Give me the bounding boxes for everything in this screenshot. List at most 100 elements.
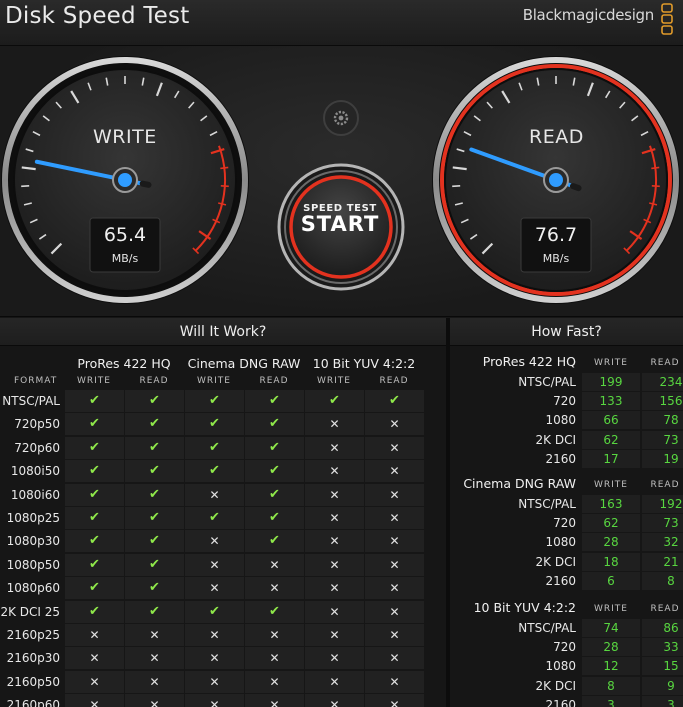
format-label: 720p60 [14,440,60,455]
cross-icon: ✕ [305,506,364,529]
table-row: 1080i50 ✔ ✔ ✔ ✔ ✕ ✕ [0,460,446,483]
write-fps-value: 17 [582,449,640,468]
check-icon: ✔ [245,506,304,529]
table-row: 2K DCI 25 ✔ ✔ ✔ ✔ ✕ ✕ [0,600,446,624]
will-prores-write-header: WRITE [77,376,111,386]
cross-icon: ✕ [65,647,124,670]
resolution-label: 2K DCI [535,554,576,569]
table-row: 2K DCI 62 73 [450,430,683,449]
read-fps-value: 234 [642,373,683,391]
format-column-header: FORMAT [14,376,58,386]
check-icon: ✔ [185,413,244,436]
resolution-label: NTSC/PAL [518,497,576,511]
how-fast-write-header: WRITE [594,480,628,490]
cross-icon: ✕ [245,553,304,576]
format-label: NTSC/PAL [2,394,60,408]
check-icon: ✔ [65,577,124,600]
will-prores-read-header: READ [139,376,169,386]
table-row: 1080 12 15 [450,657,683,676]
check-icon: ✔ [245,530,304,553]
table-row: 2160 3 3 [450,695,683,707]
resolution-label: NTSC/PAL [518,621,576,635]
gauge-panel: WRITE 65.4 MB/s READ 76.7 MB/s SPEED TES… [0,46,683,317]
cross-icon: ✕ [185,647,244,670]
resolution-label: 2K DCI [535,432,576,447]
format-label: 2K DCI 25 [0,604,60,619]
table-row: 720p60 ✔ ✔ ✔ ✔ ✕ ✕ [0,436,446,460]
cross-icon: ✕ [365,530,424,553]
read-fps-value: 86 [642,619,683,637]
check-icon: ✔ [125,460,184,483]
how-fast-group-name: 10 Bit YUV 4:2:2 [473,600,576,615]
resolution-label: 1080 [545,659,576,674]
format-label: 1080p30 [6,534,60,549]
resolution-label: 2160 [545,573,576,588]
check-icon: ✔ [125,413,184,436]
cross-icon: ✕ [365,506,424,529]
how-fast-read-header: READ [650,480,680,490]
resolution-label: 1080 [545,413,576,428]
gauge-hub-center [549,173,563,187]
cross-icon: ✕ [305,694,364,707]
brand-logo-icon [661,3,673,35]
write-gauge [1,56,249,304]
table-row: 720 133 156 [450,392,683,411]
will-yuv-write-header: WRITE [317,376,351,386]
format-label: 720p50 [14,417,60,432]
cross-icon: ✕ [305,413,364,436]
check-icon: ✔ [65,436,124,459]
cross-icon: ✕ [185,670,244,693]
read-fps-value: 73 [642,430,683,449]
read-speed-unit: MB/s [542,252,570,265]
how-fast-group-name: ProRes 422 HQ [482,354,576,369]
format-label: 2160p25 [6,627,60,642]
table-row: 2160 17 19 [450,449,683,468]
check-icon: ✔ [185,436,244,459]
cross-icon: ✕ [365,694,424,707]
title-bar: Disk Speed Test Blackmagicdesign [0,0,683,46]
format-label: 2160p60 [6,698,60,707]
cross-icon: ✕ [305,460,364,483]
check-icon: ✔ [125,577,184,600]
will-dng-read-header: READ [259,376,289,386]
app-title: Disk Speed Test [5,3,190,29]
settings-button[interactable] [323,100,359,136]
check-icon: ✔ [245,460,304,483]
gauge-needle-tail [139,180,152,188]
cross-icon: ✕ [365,436,424,459]
table-row: 2160 6 8 [450,571,683,590]
resolution-label: 720 [553,394,576,409]
table-row: 1080i60 ✔ ✔ ✕ ✔ ✕ ✕ [0,483,446,507]
how-fast-read-header: READ [650,604,680,614]
cross-icon: ✕ [365,460,424,483]
will-group-prores: ProRes 422 HQ [77,356,171,371]
table-row: NTSC/PAL 199 234 [450,373,683,391]
check-icon: ✔ [245,483,304,506]
check-icon: ✔ [125,390,184,412]
will-it-work-header: Will It Work? [0,318,446,346]
table-row: NTSC/PAL ✔ ✔ ✔ ✔ ✔ ✔ [0,390,446,413]
cross-icon: ✕ [365,577,424,600]
cross-icon: ✕ [305,670,364,693]
check-icon: ✔ [65,506,124,529]
cross-icon: ✕ [305,647,364,670]
check-icon: ✔ [125,530,184,553]
table-row: 720 28 33 [450,638,683,657]
how-fast-header: How Fast? [450,318,683,346]
write-fps-value: 199 [582,373,640,391]
check-icon: ✔ [65,530,124,553]
read-fps-value: 9 [642,676,683,695]
check-icon: ✔ [245,413,304,436]
resolution-label: NTSC/PAL [518,375,576,389]
how-fast-read-header: READ [650,358,680,368]
resolution-label: 2160 [545,697,576,707]
write-gauge-label: WRITE [93,126,157,148]
gauge-needle-tail [569,183,582,192]
gauge-hub-center [118,173,132,187]
check-icon: ✔ [365,390,424,412]
format-label: 1080p25 [6,510,60,525]
cross-icon: ✕ [245,623,304,646]
will-dng-write-header: WRITE [197,376,231,386]
cross-icon: ✕ [305,530,364,553]
how-fast-group-name: Cinema DNG RAW [463,476,576,491]
